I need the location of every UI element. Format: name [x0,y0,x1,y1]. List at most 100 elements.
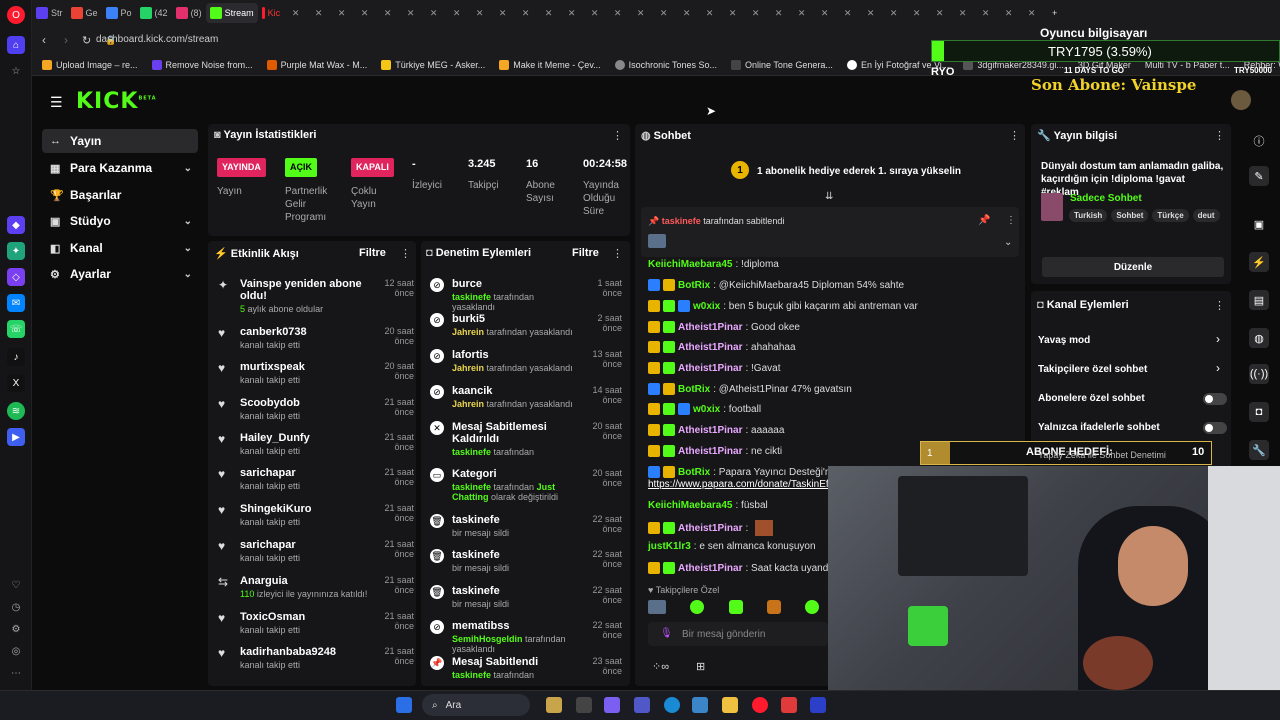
more-icon[interactable]: ⋮ [1006,215,1016,226]
chat-message[interactable]: w0xix: ben 5 buçuk gibi kaçarım abi antr… [648,300,918,312]
bolt-icon[interactable]: ⚡ [1249,252,1269,272]
tab-x[interactable]: ✕ [675,3,698,23]
app-icon[interactable]: ◆ [7,216,25,234]
more-icon[interactable]: ⋮ [1009,129,1020,142]
filter-button[interactable]: Filtre [572,247,599,259]
edge-icon[interactable] [664,697,680,713]
chat-message[interactable]: Atheist1Pinar: aaaaaa [648,424,784,436]
tab-3[interactable]: (42 [136,3,172,23]
sidebar-item-yayin[interactable]: ↔ Yayın [42,129,198,153]
chat-username[interactable]: Atheist1Pinar [678,446,742,457]
bookmark[interactable]: Upload Image – re... [42,59,138,70]
moderation-title[interactable]: taskinefe [452,514,574,526]
activity-title[interactable]: murtixspeak [240,361,370,373]
tab-x[interactable]: ✕ [698,3,721,23]
folder-icon[interactable] [722,697,738,713]
chat-message[interactable]: https://www.papara.com/donate/TaskinEfe [648,479,834,490]
tab-0[interactable]: Str [32,3,67,23]
tab-x[interactable]: ✕ [951,3,974,23]
moderation-title[interactable]: burce [452,278,574,290]
tiktok-icon[interactable]: ♪ [7,348,25,366]
tab-x[interactable]: ✕ [836,3,859,23]
more-icon[interactable]: ⋮ [612,129,623,142]
heart-icon[interactable]: ♡ [7,576,25,594]
chevron-down-icon[interactable]: ⌄ [1004,237,1012,248]
signal-icon[interactable]: ((·)) [1249,364,1269,384]
tab-x[interactable]: ✕ [284,3,307,23]
chat-icon[interactable]: ◍ [1249,328,1269,348]
emotes-icon[interactable]: ⁘∞ [652,660,669,673]
bookmark[interactable]: Türkiye MEG - Asker... [381,59,485,70]
tab-x[interactable]: ✕ [537,3,560,23]
activity-title[interactable]: Vainspe yeniden abone oldu! [240,278,370,302]
tab-x[interactable]: ✕ [790,3,813,23]
tag[interactable]: Türkçe [1152,209,1189,222]
star-icon[interactable]: ☆ [7,62,25,80]
sidebar-item-basarilar[interactable]: 🏆 Başarılar [42,183,198,207]
emote-icon[interactable] [690,600,704,614]
back-icon[interactable]: ‹ [42,33,46,47]
chat-message[interactable]: BotRix: Papara Yayıncı Desteği'nden [648,466,847,478]
shield-icon[interactable]: ◘ [1249,402,1269,422]
menu-icon[interactable]: ☰ [50,94,64,111]
moderation-title[interactable]: Mesaj Sabitlemesi Kaldırıldı [452,421,574,445]
tab-x[interactable]: ✕ [629,3,652,23]
app-icon[interactable]: ◇ [7,268,25,286]
doc-icon[interactable]: ▤ [1249,290,1269,310]
tab-x[interactable]: ✕ [813,3,836,23]
sidebar-item-studyo[interactable]: ▣ Stüdyo ⌄ [42,209,198,233]
tab-x[interactable]: ✕ [928,3,951,23]
tab-x[interactable]: ✕ [468,3,491,23]
chat-username[interactable]: Atheist1Pinar [678,342,742,353]
tab-x[interactable]: ✕ [491,3,514,23]
moderation-title[interactable]: mematibss [452,620,574,632]
tab-x[interactable]: ✕ [445,3,468,23]
activity-title[interactable]: Anarguia [240,575,370,587]
tab-6[interactable]: Kic [258,3,285,23]
more-icon[interactable]: ⋮ [612,247,623,260]
chat-message[interactable]: KeiichiMaebara45: !diploma [648,259,779,270]
tab-x[interactable]: ✕ [330,3,353,23]
chatgpt-icon[interactable]: ✦ [7,242,25,260]
sidebar-item-ayarlar[interactable]: ⚙ Ayarlar ⌄ [42,262,198,286]
url-input[interactable]: dashboard.kick.com/stream [96,34,218,45]
activity-title[interactable]: sarichapar [240,467,370,479]
bookmark[interactable]: Purple Mat Wax - M... [266,59,367,70]
taskbar-search[interactable]: ⌕ Ara [422,694,530,716]
chat-username[interactable]: BotRix [678,467,710,478]
mic-icon[interactable]: 🎙 [660,628,673,639]
chat-username[interactable]: KeiichiMaebara45 [648,259,733,270]
emote-icon[interactable] [648,600,666,614]
settings-icon[interactable]: ⚙ [7,620,25,638]
chat-message[interactable]: Atheist1Pinar: !Gavat [648,362,780,374]
moderation-title[interactable]: kaancik [452,385,574,397]
chat-username[interactable]: Atheist1Pinar [678,523,742,534]
more-icon[interactable]: ⋯ [7,664,25,682]
activity-title[interactable]: Scoobydob [240,397,370,409]
slow-mode-item[interactable]: Yavaş mod [1038,335,1090,346]
activity-title[interactable]: canberk0738 [240,326,370,338]
emote-icon[interactable] [805,600,819,614]
activity-title[interactable]: kadirhanbaba9248 [240,646,370,658]
chat-username[interactable]: Atheist1Pinar [678,425,742,436]
chat-username[interactable]: BotRix [678,384,710,395]
chat-link[interactable]: https://www.papara.com/donate/TaskinEfe [648,479,834,490]
more-icon[interactable]: ⋮ [1214,129,1225,142]
chat-message[interactable]: BotRix: @KeiichiMaebara45 Diploman 54% s… [648,279,904,291]
teams-icon[interactable] [634,697,650,713]
pin-icon[interactable]: 📌 [978,215,990,226]
category-link[interactable]: Sadece Sohbet [1070,193,1142,204]
tab-5[interactable]: Stream [205,3,258,23]
moderation-title[interactable]: lafortis [452,349,574,361]
chat-message[interactable]: justK1lr3: e sen almanca konuşuyon [648,541,816,552]
screen-icon[interactable]: ▣ [1249,214,1269,234]
tab-x[interactable]: ✕ [859,3,882,23]
emote-chat-toggle[interactable] [1203,422,1227,434]
whatsapp-icon[interactable]: ☏ [7,320,25,338]
bulb-icon[interactable]: ◎ [7,642,25,660]
activity-title[interactable]: sarichapar [240,539,370,551]
tag[interactable]: Sohbet [1111,209,1149,222]
moderation-title[interactable]: taskinefe [452,585,574,597]
tab-x[interactable]: ✕ [721,3,744,23]
subs-chat-toggle[interactable] [1203,393,1227,405]
